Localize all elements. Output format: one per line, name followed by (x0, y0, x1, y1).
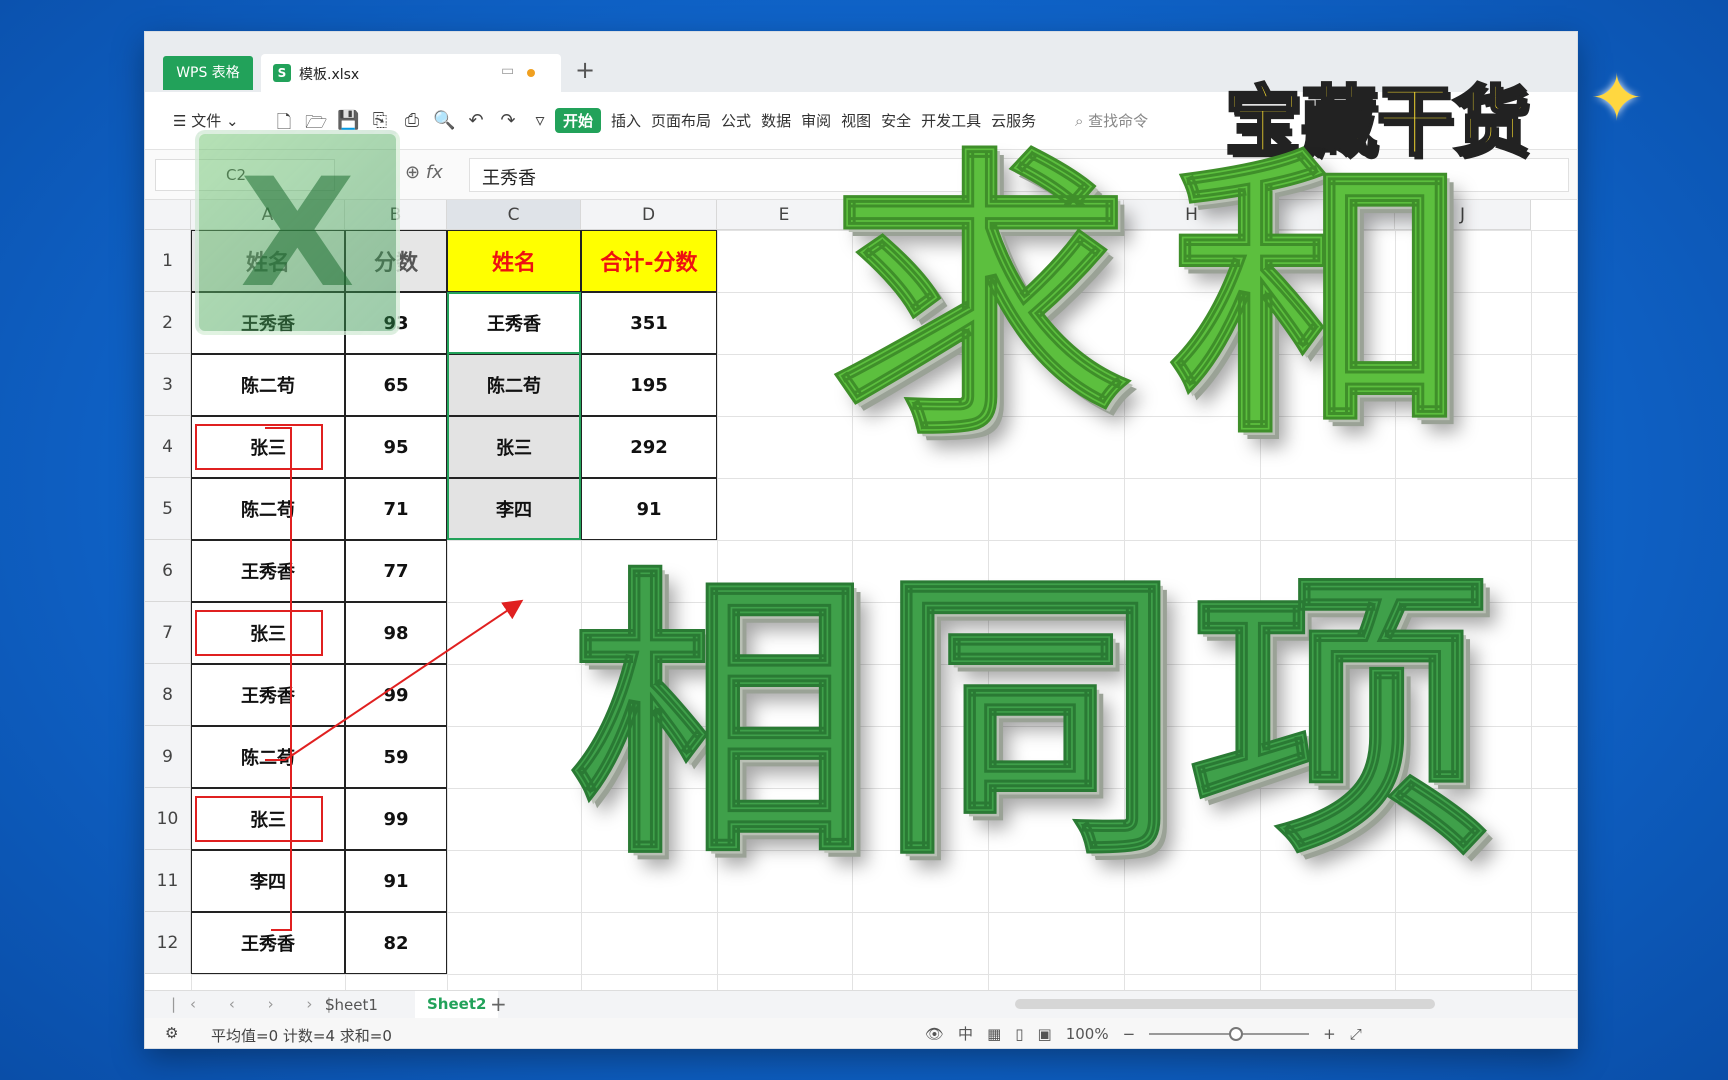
horizontal-scrollbar[interactable] (1015, 999, 1435, 1009)
highlight-box (195, 610, 323, 656)
formula-tools: ⊕ fx (405, 162, 443, 183)
status-right: 👁 中 ▦ ▯ ▣ 100% − + ⤢ (925, 1023, 1362, 1044)
row-header-1[interactable]: 1 (145, 230, 191, 292)
cell-C5[interactable]: 李四 (447, 478, 581, 540)
highlight-box (195, 796, 323, 842)
cell-B4[interactable]: 95 (345, 416, 447, 478)
spreadsheet-icon: S (273, 64, 291, 82)
wps-home-tab[interactable]: WPS 表格 (163, 56, 253, 90)
gridline-horizontal (191, 974, 1577, 975)
sheet-nav-icons[interactable]: |‹ ‹ › ›| (171, 995, 345, 1013)
new-tab-button[interactable]: + (575, 56, 595, 84)
page-layout-icon[interactable]: ▯ (1015, 1025, 1023, 1043)
cell-B8[interactable]: 99 (345, 664, 447, 726)
ribbon-tab-4[interactable]: 数据 (761, 110, 791, 131)
zoom-slider[interactable] (1149, 1026, 1310, 1041)
page-break-icon[interactable]: ▣ (1038, 1025, 1052, 1043)
cell-B6[interactable]: 77 (345, 540, 447, 602)
cell-D2[interactable]: 351 (581, 292, 717, 354)
cell-B12[interactable]: 82 (345, 912, 447, 974)
cell-A8[interactable]: 王秀香 (191, 664, 345, 726)
cell-A11[interactable]: 李四 (191, 850, 345, 912)
column-header-C[interactable]: C (447, 200, 581, 230)
ribbon-tab-2[interactable]: 页面布局 (651, 110, 711, 131)
row-header-10[interactable]: 10 (145, 788, 191, 850)
redo-icon[interactable]: ↷ (497, 110, 519, 140)
cell-C4[interactable]: 张三 (447, 416, 581, 478)
cell-D4[interactable]: 292 (581, 416, 717, 478)
cell-C3[interactable]: 陈二苟 (447, 354, 581, 416)
input-method-icon[interactable]: 中 (958, 1023, 973, 1044)
select-all-corner[interactable] (145, 200, 191, 230)
more-icon[interactable]: ▿ (529, 110, 551, 140)
file-menu-label: 文件 (191, 112, 222, 130)
cell-A5[interactable]: 陈二苟 (191, 478, 345, 540)
ribbon-tab-5[interactable]: 审阅 (801, 110, 831, 131)
excel-logo-icon: X (195, 130, 400, 335)
sheet-tab-2[interactable]: Sheet2 (415, 991, 499, 1019)
status-bar: ⚙ 平均值=0 计数=4 求和=0 👁 中 ▦ ▯ ▣ 100% − + ⤢ (145, 1018, 1577, 1048)
title-line-2: 相同项 (569, 545, 1500, 894)
cell-A12[interactable]: 王秀香 (191, 912, 345, 974)
highlight-box (195, 424, 323, 470)
row-header-7[interactable]: 7 (145, 602, 191, 664)
sheet-bar: |‹ ‹ › ›| Sheet1 Sheet2 + (145, 990, 1577, 1019)
title-line-1: 求和 (829, 125, 1510, 474)
file-tab-name: 模板.xlsx (299, 67, 360, 83)
add-sheet-button[interactable]: + (490, 992, 507, 1016)
cell-A9[interactable]: 陈二苟 (191, 726, 345, 788)
file-menu[interactable]: ☰ 文件 ⌄ (173, 110, 239, 131)
eye-icon[interactable]: 👁 (925, 1025, 944, 1043)
gridline-vertical (1531, 230, 1532, 990)
sheet-tab-1[interactable]: Sheet1 (325, 996, 378, 1014)
row-header-2[interactable]: 2 (145, 292, 191, 354)
row-header-5[interactable]: 5 (145, 478, 191, 540)
unsaved-dot-icon (527, 69, 535, 77)
ribbon-tab-1[interactable]: 插入 (611, 110, 641, 131)
cell-D5[interactable]: 91 (581, 478, 717, 540)
cell-B5[interactable]: 71 (345, 478, 447, 540)
zoom-slider-knob[interactable] (1229, 1026, 1244, 1041)
file-tab[interactable]: S 模板.xlsx ▭ (261, 54, 561, 92)
cell-C2[interactable]: 王秀香 (447, 292, 581, 354)
sparkle-icon: ✦ (1590, 62, 1644, 136)
cell-D1[interactable]: 合计-分数 (581, 230, 717, 292)
row-header-6[interactable]: 6 (145, 540, 191, 602)
cell-B11[interactable]: 91 (345, 850, 447, 912)
ribbon-tab-0[interactable]: 开始 (555, 108, 602, 133)
cell-B9[interactable]: 59 (345, 726, 447, 788)
row-header-4[interactable]: 4 (145, 416, 191, 478)
ribbon-tab-3[interactable]: 公式 (721, 110, 751, 131)
chevron-down-icon: ⌄ (221, 112, 239, 130)
normal-view-icon[interactable]: ▦ (987, 1025, 1001, 1043)
fx-icon[interactable]: fx (426, 162, 443, 183)
status-stats: 平均值=0 计数=4 求和=0 (211, 1027, 392, 1045)
zoom-formula-icon[interactable]: ⊕ (405, 162, 426, 183)
hamburger-icon: ☰ (173, 112, 192, 130)
column-header-D[interactable]: D (581, 200, 717, 230)
cell-B10[interactable]: 99 (345, 788, 447, 850)
fullscreen-icon[interactable]: ⤢ (1350, 1025, 1362, 1043)
row-header-11[interactable]: 11 (145, 850, 191, 912)
zoom-level[interactable]: 100% (1066, 1025, 1109, 1043)
status-settings-icon[interactable]: ⚙ (165, 1024, 178, 1042)
zoom-in-button[interactable]: + (1323, 1025, 1336, 1043)
row-header-3[interactable]: 3 (145, 354, 191, 416)
print-icon[interactable]: ⎙ (401, 110, 423, 140)
row-header-8[interactable]: 8 (145, 664, 191, 726)
cell-A3[interactable]: 陈二苟 (191, 354, 345, 416)
cell-B7[interactable]: 98 (345, 602, 447, 664)
cell-D3[interactable]: 195 (581, 354, 717, 416)
cell-B3[interactable]: 65 (345, 354, 447, 416)
undo-icon[interactable]: ↶ (465, 110, 487, 140)
zoom-out-button[interactable]: − (1123, 1025, 1136, 1043)
cell-C1[interactable]: 姓名 (447, 230, 581, 292)
cell-A6[interactable]: 王秀香 (191, 540, 345, 602)
row-header-12[interactable]: 12 (145, 912, 191, 974)
monitor-icon[interactable]: ▭ (501, 63, 514, 79)
row-header-9[interactable]: 9 (145, 726, 191, 788)
preview-icon[interactable]: 🔍 (433, 110, 455, 140)
